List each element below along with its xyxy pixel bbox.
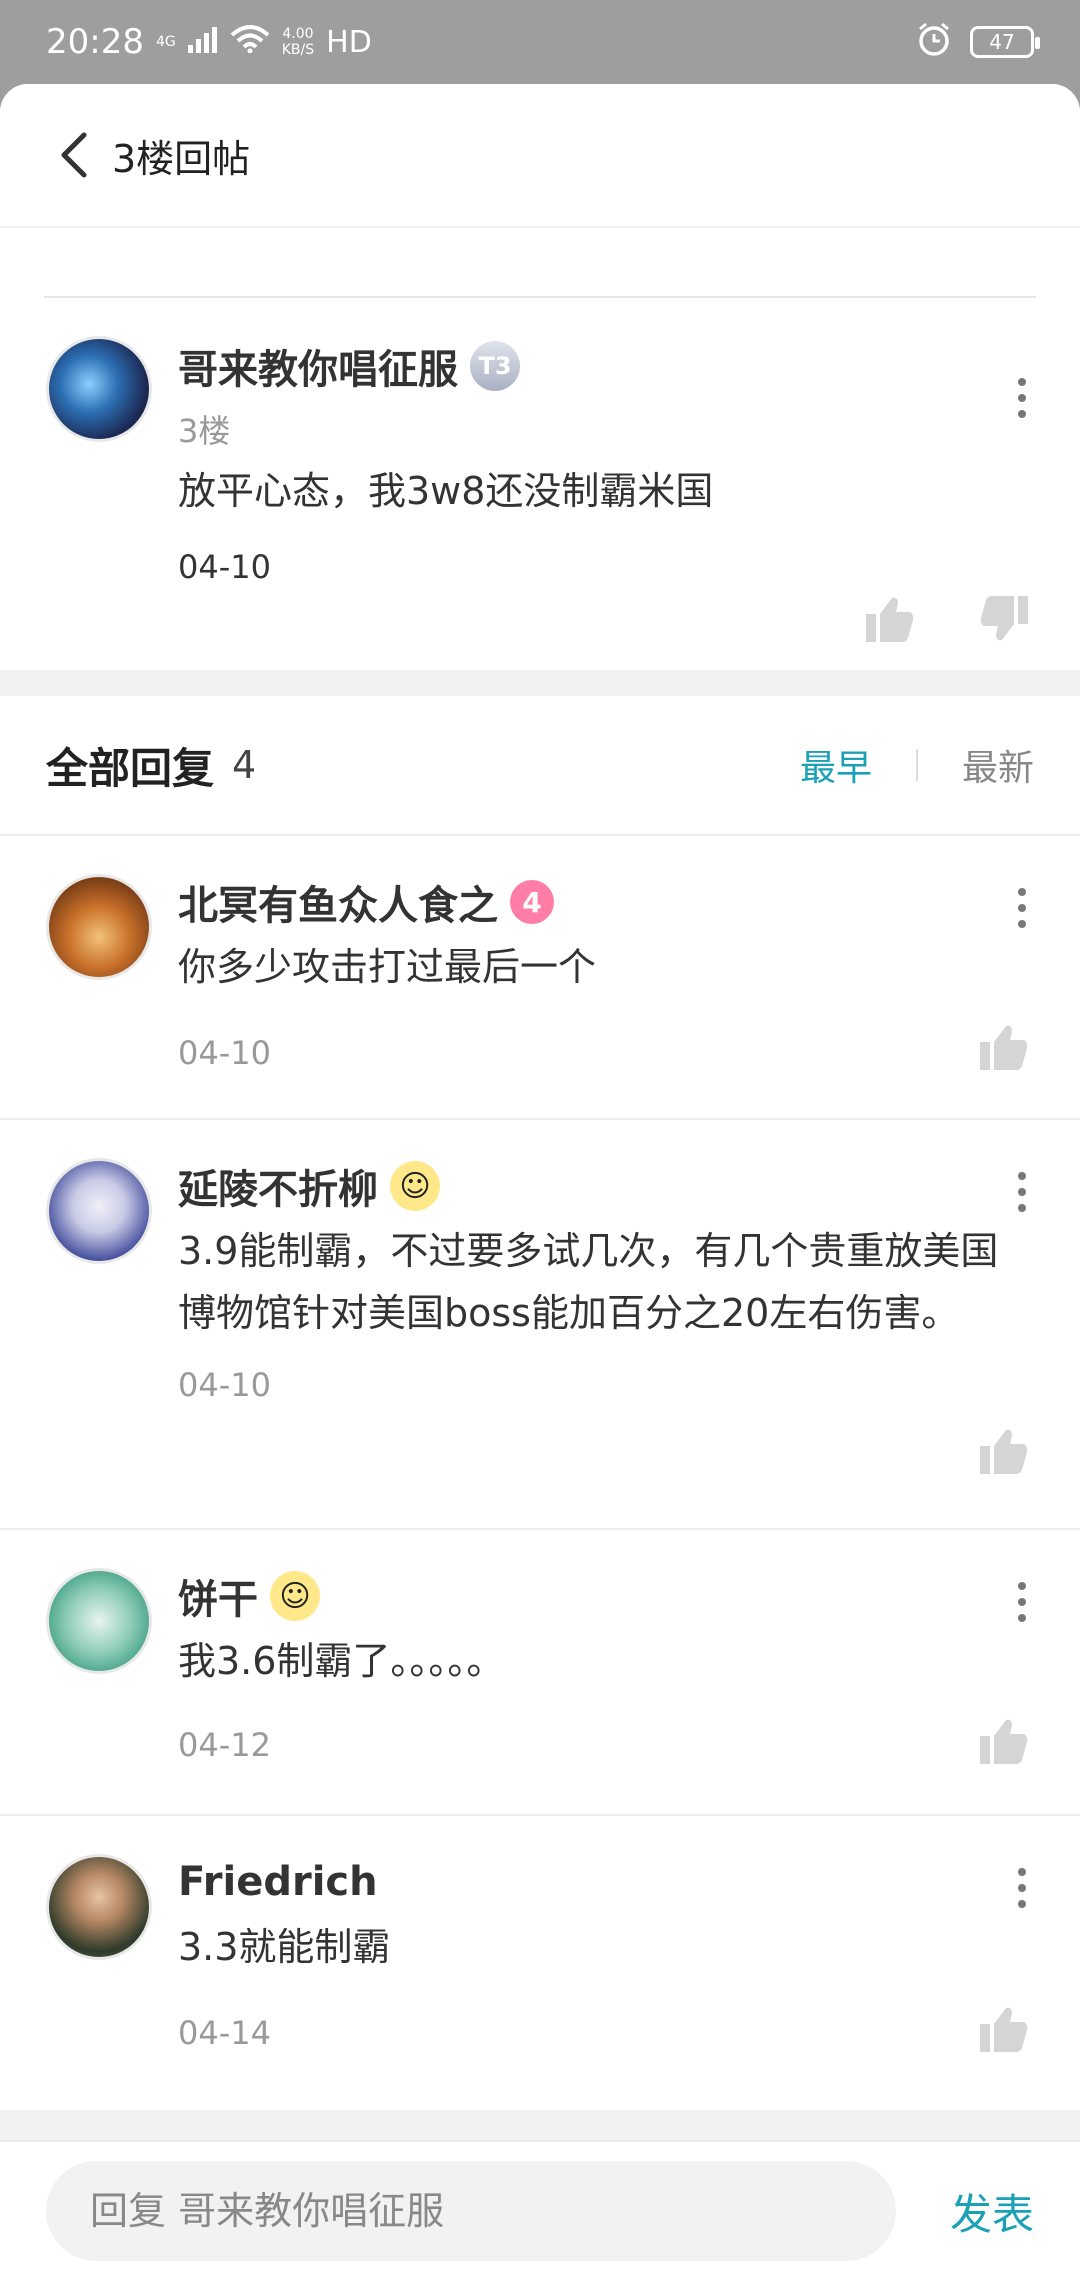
top-bar: 3楼回帖 — [0, 84, 1080, 228]
status-bar: 20:28 4G 4.00 KB/S HD 47 — [0, 0, 1080, 84]
replies-header: 全部回复 4 最早 最新 — [0, 696, 1080, 836]
sort-toggle: 最早 最新 — [800, 739, 1034, 791]
username[interactable]: 哥来教你唱征服 — [178, 337, 458, 395]
avatar[interactable] — [46, 1568, 152, 1674]
reply-content: 我3.6制霸了。。。。。 — [178, 1639, 505, 1683]
name-row: 哥来教你唱征服 T3 — [178, 336, 1034, 396]
name-row: 饼干 ☺ — [178, 1566, 1034, 1626]
status-time: 20:28 — [46, 22, 144, 62]
back-arrow-icon[interactable] — [56, 131, 90, 179]
status-left: 20:28 4G 4.00 KB/S HD — [46, 22, 372, 62]
reply-date: 04-10 — [178, 1034, 271, 1072]
reply-item: 饼干 ☺ 我3.6制霸了。。。。。 04-12 — [0, 1530, 1080, 1816]
reply-body: 饼干 ☺ 我3.6制霸了。。。。。 04-12 — [178, 1566, 1034, 1764]
name-row: 北冥有鱼众人食之 4 — [178, 872, 1034, 932]
page-title: 3楼回帖 — [112, 136, 251, 181]
avatar[interactable] — [46, 336, 152, 442]
thumbs-up-icon[interactable] — [978, 2004, 1030, 2058]
thumbs-up-icon[interactable] — [978, 1426, 1030, 1480]
face-badge-icon: ☺ — [270, 1571, 320, 1621]
main-post: 哥来教你唱征服 T3 3楼 放平心态，我3w8还没制霸米国 04-10 — [0, 298, 1080, 670]
replies-count: 4 — [232, 743, 257, 787]
reply-content: 3.3就能制霸 — [178, 1925, 391, 1969]
post-body: 哥来教你唱征服 T3 3楼 放平心态，我3w8还没制霸米国 04-10 — [178, 336, 1034, 586]
reply-content: 3.9能制霸，不过要多试几次，有几个贵重放美国博物馆针对美国boss能加百分之2… — [178, 1229, 999, 1335]
reply-sheet: 3楼回帖 哥来教你唱征服 T3 3楼 放平心态，我3w8还没制霸米国 04-10… — [0, 84, 1080, 2280]
name-row: 延陵不折柳 ☺ — [178, 1156, 1034, 1216]
reply-content: 你多少攻击打过最后一个 — [178, 945, 597, 989]
username[interactable]: 北冥有鱼众人食之 — [178, 873, 498, 931]
avatar[interactable] — [46, 1158, 152, 1264]
username[interactable]: Friedrich — [178, 1859, 378, 1905]
thumbs-up-icon[interactable] — [978, 1716, 1030, 1770]
more-options-icon[interactable] — [1018, 888, 1028, 928]
battery-icon: 47 — [970, 26, 1040, 58]
reply-input[interactable] — [46, 2161, 896, 2261]
more-options-icon[interactable] — [1018, 1582, 1028, 1622]
thumbs-up-icon[interactable] — [978, 1022, 1030, 1076]
more-options-icon[interactable] — [1018, 1868, 1028, 1908]
reply-bar: 发表 — [0, 2140, 1080, 2280]
scrolled-content-strip — [0, 228, 1080, 298]
more-options-icon[interactable] — [1018, 1172, 1028, 1212]
reply-date: 04-10 — [178, 1366, 271, 1404]
alarm-icon — [916, 21, 952, 63]
level-badge: 4 — [510, 880, 554, 924]
thumbs-up-icon[interactable] — [864, 594, 916, 648]
more-options-icon[interactable] — [1018, 378, 1028, 418]
signal-icon — [187, 22, 218, 62]
network-speed: 4.00 KB/S — [281, 26, 315, 58]
avatar[interactable] — [46, 1854, 152, 1960]
bottom-gap — [0, 2110, 1080, 2140]
level-badge: T3 — [470, 341, 520, 391]
reply-body: 延陵不折柳 ☺ 3.9能制霸，不过要多试几次，有几个贵重放美国博物馆针对美国bo… — [178, 1156, 1034, 1404]
username[interactable]: 饼干 — [178, 1567, 258, 1625]
face-badge-icon: ☺ — [390, 1161, 440, 1211]
reply-date: 04-12 — [178, 1726, 271, 1764]
section-divider — [0, 670, 1080, 696]
sort-earliest-button[interactable]: 最早 — [800, 739, 872, 791]
sort-separator — [915, 749, 918, 781]
post-date: 04-10 — [178, 548, 271, 586]
thumbs-down-icon[interactable] — [978, 594, 1030, 648]
reply-item: 北冥有鱼众人食之 4 你多少攻击打过最后一个 04-10 — [0, 836, 1080, 1120]
reply-date: 04-14 — [178, 2014, 271, 2052]
reply-item: 延陵不折柳 ☺ 3.9能制霸，不过要多试几次，有几个贵重放美国博物馆针对美国bo… — [0, 1120, 1080, 1530]
avatar[interactable] — [46, 874, 152, 980]
status-right: 47 — [916, 21, 1040, 63]
username[interactable]: 延陵不折柳 — [178, 1157, 378, 1215]
floor-label: 3楼 — [178, 412, 231, 450]
post-content: 放平心态，我3w8还没制霸米国 — [178, 469, 714, 513]
send-button[interactable]: 发表 — [950, 2181, 1034, 2242]
sort-latest-button[interactable]: 最新 — [962, 739, 1034, 791]
reply-body: Friedrich 3.3就能制霸 04-14 — [178, 1852, 1034, 2052]
hd-indicator: HD — [326, 24, 372, 60]
wifi-icon — [230, 22, 270, 62]
battery-level: 47 — [989, 30, 1015, 54]
reply-item: Friedrich 3.3就能制霸 04-14 — [0, 1816, 1080, 2106]
network-type: 4G — [155, 34, 176, 50]
reply-body: 北冥有鱼众人食之 4 你多少攻击打过最后一个 04-10 — [178, 872, 1034, 1072]
replies-title: 全部回复 — [46, 743, 215, 793]
name-row: Friedrich — [178, 1852, 1034, 1912]
